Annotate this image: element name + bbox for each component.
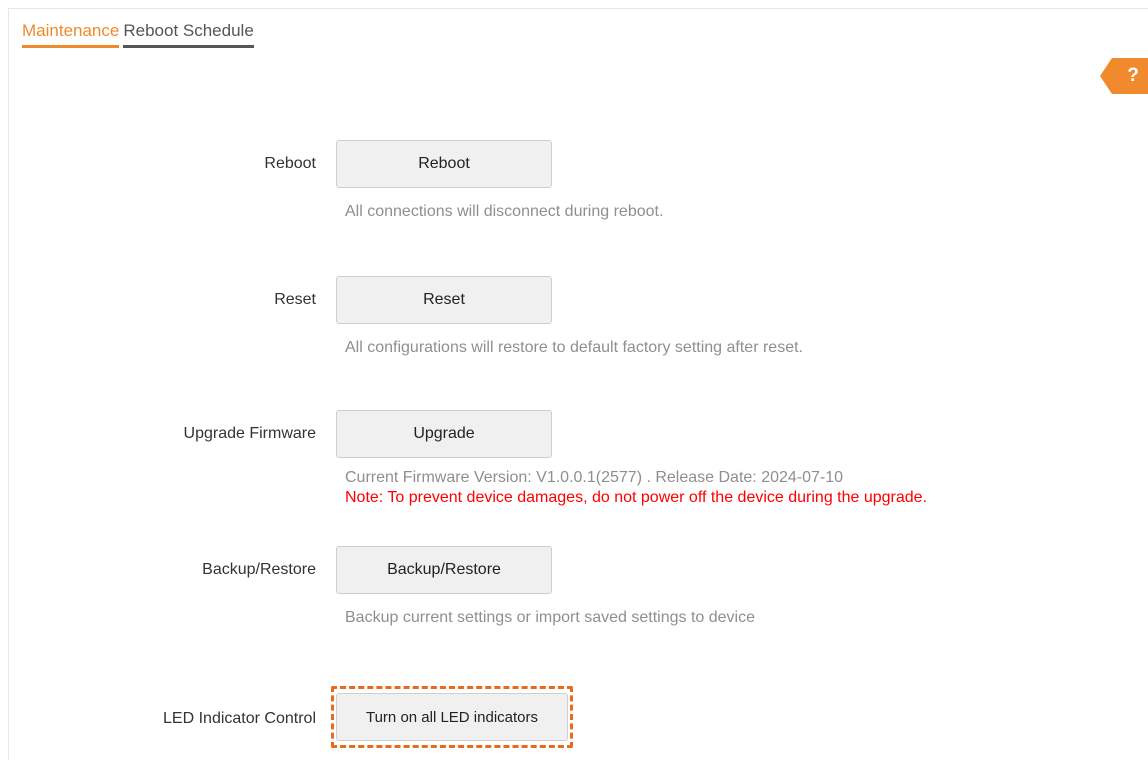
tab-reboot-schedule[interactable]: Reboot Schedule [123, 20, 254, 48]
led-toggle-button[interactable]: Turn on all LED indicators [336, 693, 568, 741]
upgrade-warning-note: Note: To prevent device damages, do not … [345, 489, 928, 506]
upgrade-firmware-label: Upgrade Firmware [183, 425, 316, 442]
reset-button[interactable]: Reset [336, 276, 552, 324]
backup-restore-label: Backup/Restore [202, 561, 316, 578]
help-button[interactable]: ? [1100, 58, 1148, 94]
tab-bar: Maintenance Reboot Schedule [22, 20, 254, 48]
tab-maintenance[interactable]: Maintenance [22, 20, 120, 48]
reset-label: Reset [274, 291, 316, 308]
reboot-hint: All connections will disconnect during r… [345, 203, 664, 220]
reboot-label: Reboot [264, 155, 316, 172]
reboot-button[interactable]: Reboot [336, 140, 552, 188]
reset-hint: All configurations will restore to defau… [345, 339, 803, 356]
backup-restore-button[interactable]: Backup/Restore [336, 546, 552, 594]
backup-restore-hint: Backup current settings or import saved … [345, 609, 755, 626]
upgrade-button[interactable]: Upgrade [336, 410, 552, 458]
page-frame [8, 8, 1148, 760]
led-indicator-control-label: LED Indicator Control [163, 710, 316, 727]
help-icon: ? [1127, 65, 1139, 86]
